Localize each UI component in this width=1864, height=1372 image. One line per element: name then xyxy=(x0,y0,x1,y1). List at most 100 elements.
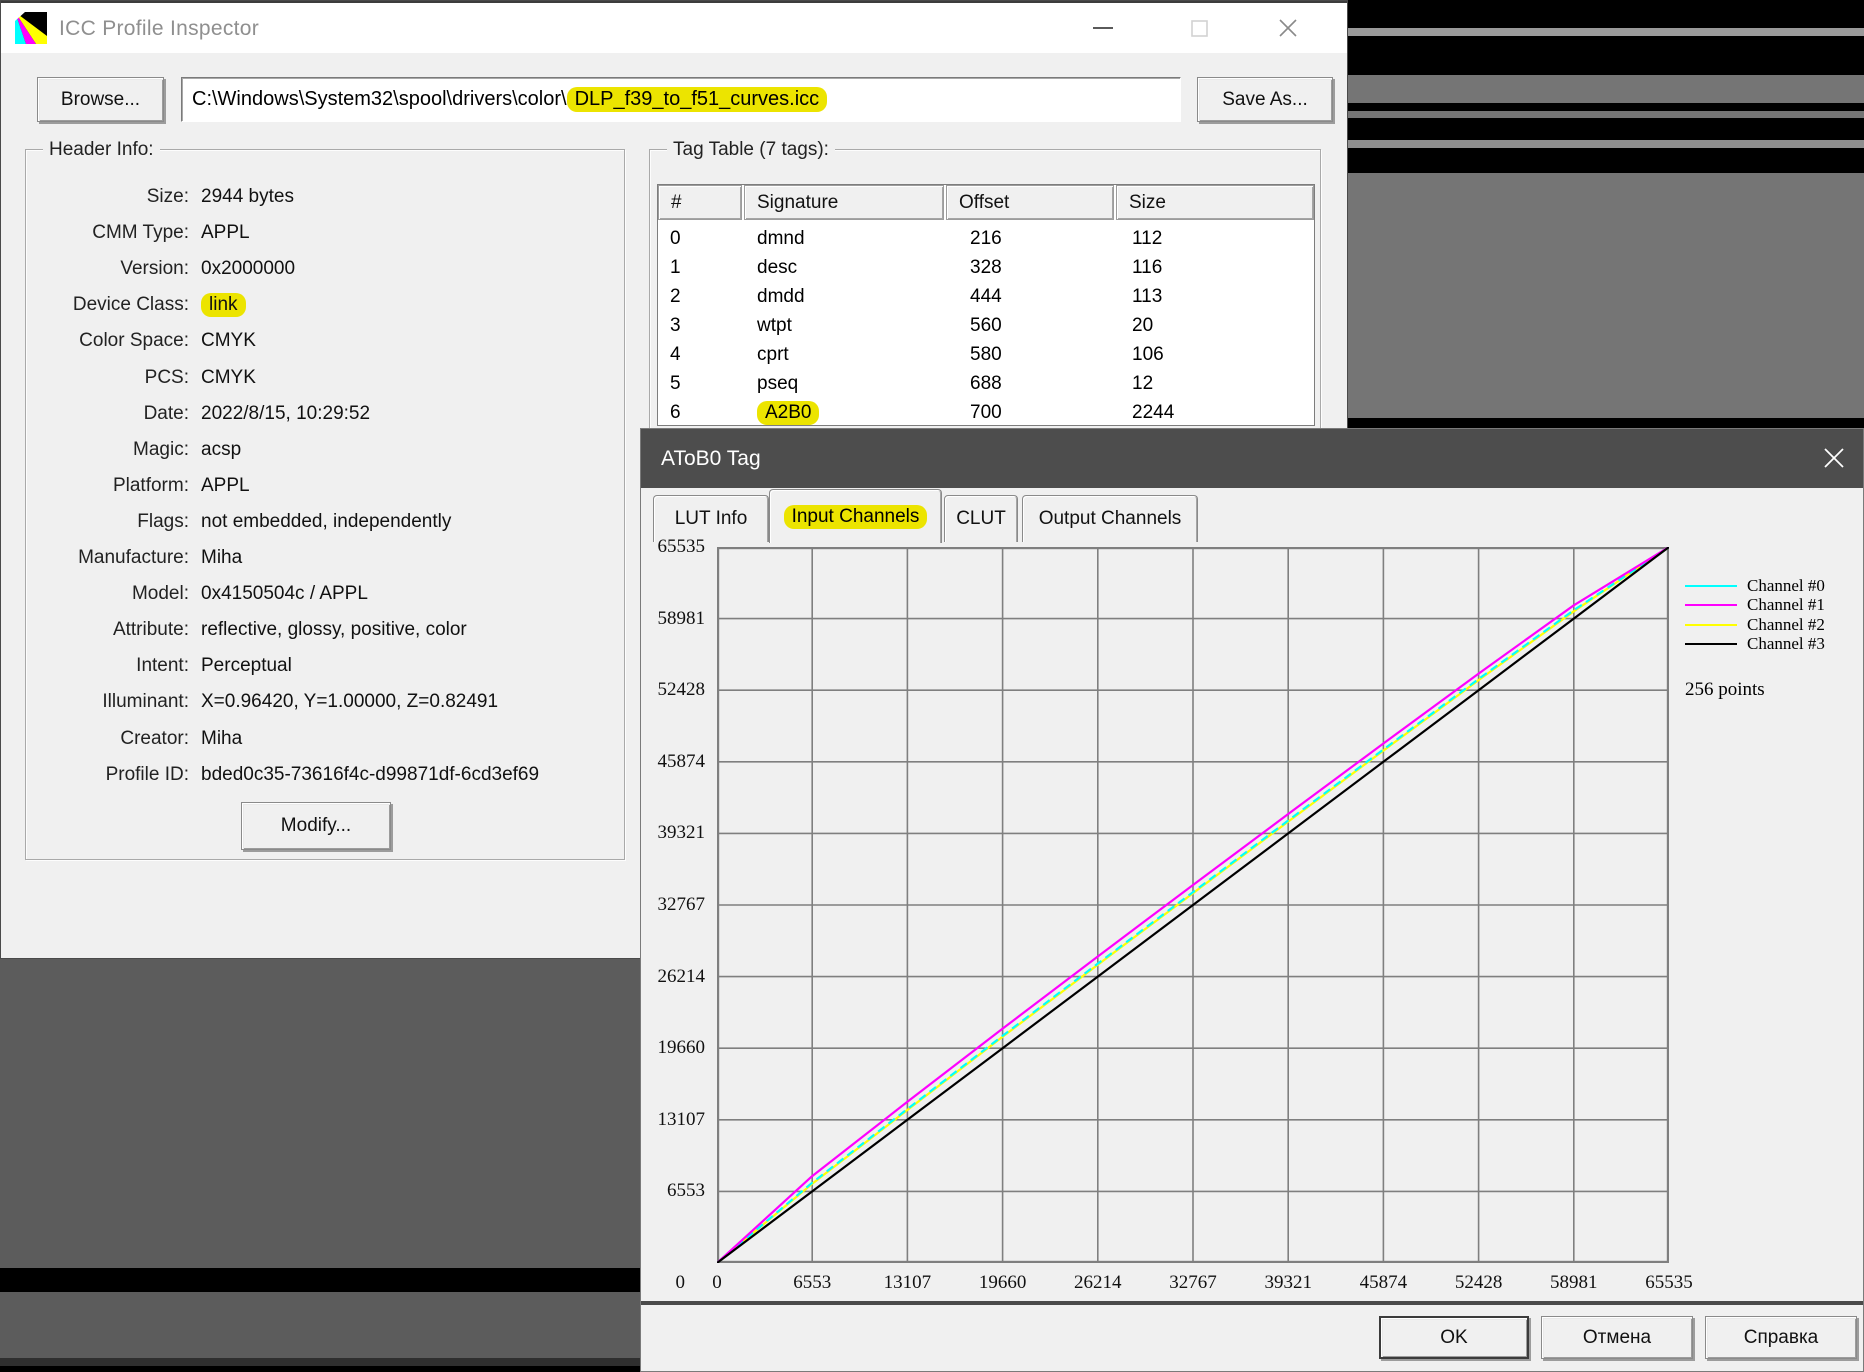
field-value: 0x4150504c / APPL xyxy=(201,583,368,605)
cancel-button[interactable]: Отмена xyxy=(1541,1316,1693,1359)
legend-label-1: Channel #1 xyxy=(1747,595,1825,615)
header-info-row: Version:0x2000000 xyxy=(25,251,625,287)
maximize-icon xyxy=(1191,20,1208,37)
field-label: Flags: xyxy=(25,511,189,533)
field-label: Intent: xyxy=(25,655,189,677)
field-value: Miha xyxy=(201,547,242,569)
header-info-row: Creator:Miha xyxy=(25,721,625,757)
legend-label-3: Channel #3 xyxy=(1747,634,1825,654)
file-path-filename-highlight: DLP_f39_to_f51_curves.icc xyxy=(567,87,828,112)
table-row[interactable]: 6A2B07002244 xyxy=(658,398,1314,427)
table-cell: dmnd xyxy=(757,224,805,253)
tag-table: #SignatureOffsetSize0dmnd2161121desc3281… xyxy=(657,184,1315,426)
tag-table-column-header[interactable]: Signature xyxy=(744,185,944,220)
y-axis-tick-label: 45874 xyxy=(647,751,705,773)
table-row[interactable]: 2dmdd444113 xyxy=(658,282,1314,311)
header-info-row: Attribute:reflective, glossy, positive, … xyxy=(25,612,625,648)
field-label: Version: xyxy=(25,258,189,280)
table-row[interactable]: 0dmnd216112 xyxy=(658,224,1314,253)
table-cell: 580 xyxy=(970,340,1002,369)
field-value: 2022/8/15, 10:29:52 xyxy=(201,403,370,425)
header-info-row: Flags:not embedded, independently xyxy=(25,504,625,540)
tag-table-column-header[interactable]: Offset xyxy=(946,185,1114,220)
curves-plot xyxy=(717,547,1669,1263)
tag-table-title: Tag Table (7 tags): xyxy=(667,139,835,161)
header-info-row: Color Space:CMYK xyxy=(25,323,625,359)
field-label: Creator: xyxy=(25,728,189,750)
save-as-button[interactable]: Save As... xyxy=(1197,77,1333,122)
field-label: Device Class: xyxy=(25,294,189,316)
cancel-button-label: Отмена xyxy=(1583,1327,1651,1349)
field-label: CMM Type: xyxy=(25,222,189,244)
legend-swatch-1 xyxy=(1685,604,1737,606)
table-row[interactable]: 3wtpt56020 xyxy=(658,311,1314,340)
header-info-title: Header Info: xyxy=(43,139,160,161)
browse-button[interactable]: Browse... xyxy=(37,77,164,122)
table-cell: 112 xyxy=(1132,224,1162,253)
tab-input-channels[interactable]: Input Channels xyxy=(769,489,942,543)
tag-table-column-header[interactable]: # xyxy=(658,185,742,220)
desktop-background-bottom xyxy=(0,959,640,1372)
legend-label-2: Channel #2 xyxy=(1747,615,1825,635)
x-axis-tick-label: 65535 xyxy=(1624,1272,1714,1294)
header-info-row: Illuminant:X=0.96420, Y=1.00000, Z=0.824… xyxy=(25,684,625,720)
minimize-button[interactable] xyxy=(1065,3,1141,53)
table-cell: 5 xyxy=(670,369,681,398)
legend-swatch-2 xyxy=(1685,624,1737,626)
header-info-row: Profile ID:bded0c35-73616f4c-d99871df-6c… xyxy=(25,757,625,793)
field-label: Date: xyxy=(25,403,189,425)
x-axis-tick-label: 58981 xyxy=(1529,1272,1619,1294)
ok-button-label: OK xyxy=(1440,1327,1467,1349)
field-value: CMYK xyxy=(201,367,256,389)
field-value: 2944 bytes xyxy=(201,186,294,208)
table-row[interactable]: 4cprt580106 xyxy=(658,340,1314,369)
modify-button[interactable]: Modify... xyxy=(241,802,391,850)
field-label: Platform: xyxy=(25,475,189,497)
close-button[interactable] xyxy=(1250,3,1326,53)
table-row[interactable]: 1desc328116 xyxy=(658,253,1314,282)
field-label: Color Space: xyxy=(25,330,189,352)
header-info-row: Manufacture:Miha xyxy=(25,540,625,576)
field-label: Magic: xyxy=(25,439,189,461)
app-icon xyxy=(15,12,47,44)
maximize-button[interactable] xyxy=(1161,3,1237,53)
y-axis-tick-label: 52428 xyxy=(647,679,705,701)
atob0-dialog: AToB0 Tag LUT InfoInput ChannelsCLUTOutp… xyxy=(640,428,1864,1372)
modify-button-label: Modify... xyxy=(281,815,351,837)
main-titlebar: ICC Profile Inspector xyxy=(1,1,1347,53)
x-axis-tick-label: 26214 xyxy=(1053,1272,1143,1294)
table-cell: cprt xyxy=(757,340,789,369)
table-cell: 2 xyxy=(670,282,681,311)
file-path-field[interactable]: C:\Windows\System32\spool\drivers\color\… xyxy=(181,77,1181,122)
table-cell: 700 xyxy=(970,398,1002,427)
legend-swatch-3 xyxy=(1685,643,1737,645)
tag-table-column-header[interactable]: Size xyxy=(1116,185,1314,220)
field-label: Size: xyxy=(25,186,189,208)
header-info-row: Model:0x4150504c / APPL xyxy=(25,576,625,612)
x-axis-tick-label: 6553 xyxy=(767,1272,857,1294)
y-axis-tick-label: 6553 xyxy=(647,1180,705,1202)
field-value: bded0c35-73616f4c-d99871df-6cd3ef69 xyxy=(201,764,539,786)
legend-swatch-0 xyxy=(1685,585,1737,587)
table-cell: 4 xyxy=(670,340,681,369)
y-axis-tick-label: 65535 xyxy=(647,536,705,558)
browse-button-label: Browse... xyxy=(61,89,140,111)
x-axis-tick-label: 19660 xyxy=(958,1272,1048,1294)
y-axis-tick-label: 32767 xyxy=(647,894,705,916)
table-cell: 328 xyxy=(970,253,1002,282)
header-info-row: Magic:acsp xyxy=(25,432,625,468)
table-cell: 444 xyxy=(970,282,1002,311)
table-cell: 12 xyxy=(1132,369,1153,398)
table-cell: desc xyxy=(757,253,797,282)
field-value: reflective, glossy, positive, color xyxy=(201,619,467,641)
field-value: APPL xyxy=(201,475,250,497)
ok-button[interactable]: OK xyxy=(1379,1316,1529,1359)
field-value: Perceptual xyxy=(201,655,292,677)
points-count-note: 256 points xyxy=(1685,679,1765,701)
x-axis-tick-label: 0 xyxy=(672,1272,762,1294)
help-button[interactable]: Справка xyxy=(1705,1316,1857,1359)
header-info-row: CMM Type:APPL xyxy=(25,215,625,251)
table-row[interactable]: 5pseq68812 xyxy=(658,369,1314,398)
field-value-highlighted: link xyxy=(201,293,246,317)
table-cell: 2244 xyxy=(1132,398,1174,427)
